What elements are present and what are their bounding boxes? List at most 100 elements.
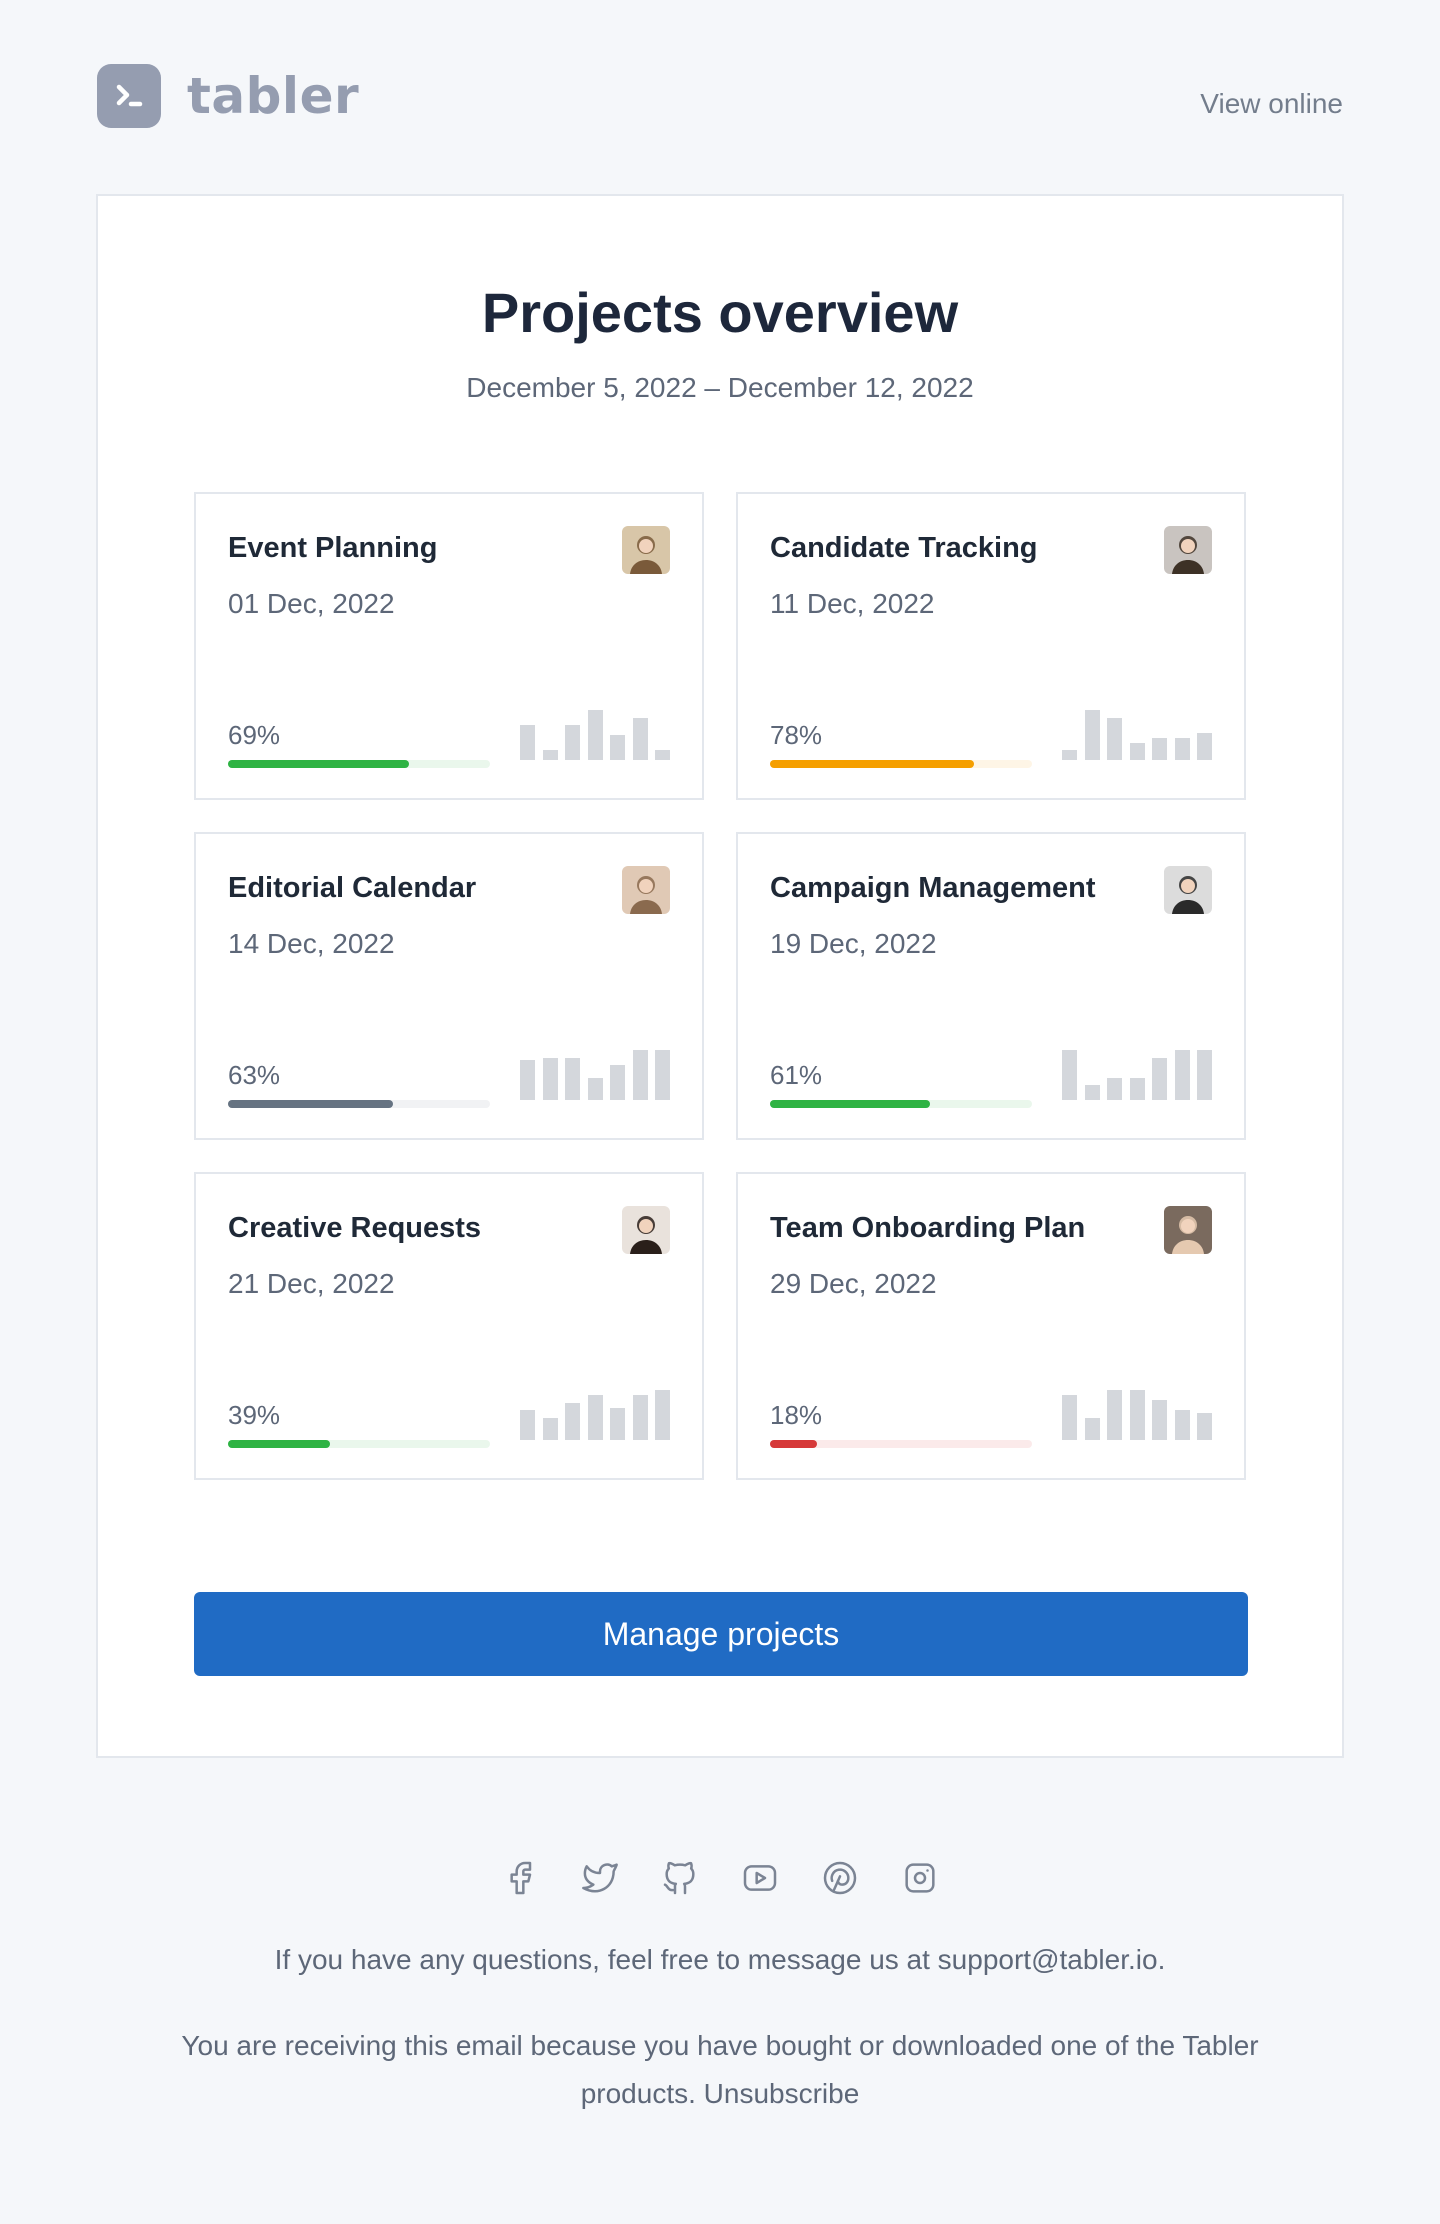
progress-bar: [228, 1440, 490, 1448]
projects-card: Projects overview December 5, 2022 – Dec…: [96, 194, 1344, 1758]
sparkline-chart: [1062, 710, 1212, 760]
sparkline-bar: [520, 1410, 535, 1440]
project-card[interactable]: Event Planning 01 Dec, 2022 69%: [194, 492, 704, 800]
sparkline-bar: [1107, 1077, 1122, 1100]
sparkline-bar: [1197, 1050, 1212, 1100]
sparkline-bar: [1152, 737, 1167, 760]
sparkline-bar: [655, 1050, 670, 1100]
sparkline-bar: [632, 1395, 648, 1440]
terminal-icon: [97, 64, 161, 128]
sparkline-chart: [520, 1390, 670, 1440]
progress-bar: [228, 1100, 490, 1108]
sparkline-bar: [520, 725, 535, 760]
avatar: [622, 526, 670, 574]
project-card[interactable]: Candidate Tracking 11 Dec, 2022 78%: [736, 492, 1246, 800]
sparkline-bar: [1174, 1410, 1190, 1440]
sparkline-bar: [565, 1057, 580, 1100]
brand-name: tabler: [187, 67, 360, 125]
progress-fill: [228, 1100, 394, 1108]
sparkline-chart: [520, 710, 670, 760]
progress-fill: [770, 1100, 930, 1108]
avatar: [1164, 526, 1212, 574]
sparkline-bar: [1174, 737, 1190, 760]
sparkline-bar: [1174, 1050, 1190, 1100]
progress-percent: 39%: [228, 1400, 281, 1430]
sparkline-bar: [1107, 717, 1122, 760]
project-name: Campaign Management: [770, 872, 1096, 904]
progress-percent: 78%: [770, 720, 823, 750]
sparkline-bar: [632, 1050, 648, 1100]
sparkline-chart: [1062, 1050, 1212, 1100]
progress-percent: 69%: [228, 720, 281, 750]
tabler-logo[interactable]: tabler: [97, 64, 359, 128]
avatar: [622, 866, 670, 914]
sparkline-bar: [1107, 1390, 1122, 1440]
sparkline-bar: [587, 1395, 603, 1440]
progress-bar: [228, 760, 490, 768]
project-card[interactable]: Team Onboarding Plan 29 Dec, 2022 18%: [736, 1172, 1246, 1480]
sparkline-bar: [1197, 732, 1212, 760]
progress-fill: [228, 760, 409, 768]
sparkline-bar: [520, 1060, 535, 1100]
sparkline-bar: [1084, 1417, 1100, 1440]
sparkline-bar: [542, 750, 558, 760]
instagram-icon[interactable]: [900, 1858, 940, 1898]
project-name: Team Onboarding Plan: [770, 1212, 1086, 1244]
progress-bar: [770, 760, 1032, 768]
sparkline-bar: [565, 725, 580, 760]
view-online-link[interactable]: View online: [1200, 88, 1343, 120]
sparkline-bar: [1084, 710, 1100, 760]
sparkline-bar: [587, 710, 603, 760]
sparkline-chart: [1062, 1390, 1212, 1440]
progress-fill: [228, 1440, 331, 1448]
project-date: 29 Dec, 2022: [770, 1268, 937, 1299]
date-range: December 5, 2022 – December 12, 2022: [466, 372, 974, 403]
project-name: Creative Requests: [228, 1212, 482, 1244]
footer-question: If you have any questions, feel free to …: [274, 1944, 1166, 1975]
sparkline-bar: [542, 1417, 558, 1440]
sparkline-bar: [1152, 1057, 1167, 1100]
sparkline-bar: [1084, 1085, 1100, 1100]
footer-notice: You are receiving this email because you…: [130, 2022, 1310, 2118]
sparkline-bar: [1062, 750, 1077, 760]
sparkline-bar: [1062, 1395, 1077, 1440]
sparkline-bar: [610, 1407, 625, 1440]
project-name: Event Planning: [228, 532, 438, 564]
pinterest-icon[interactable]: [820, 1858, 860, 1898]
sparkline-bar: [1129, 1077, 1145, 1100]
progress-percent: 18%: [770, 1400, 823, 1430]
project-card[interactable]: Editorial Calendar 14 Dec, 2022 63%: [194, 832, 704, 1140]
sparkline-bar: [610, 735, 625, 760]
avatar: [622, 1206, 670, 1254]
avatar: [1164, 1206, 1212, 1254]
twitter-icon[interactable]: [580, 1858, 620, 1898]
sparkline-bar: [587, 1077, 603, 1100]
sparkline-bar: [565, 1402, 580, 1440]
sparkline-bar: [655, 750, 670, 760]
manage-projects-button[interactable]: Manage projects: [194, 1592, 1248, 1676]
project-date: 01 Dec, 2022: [228, 588, 395, 619]
social-links: [0, 1858, 1440, 1898]
github-icon[interactable]: [660, 1858, 700, 1898]
sparkline-bar: [1197, 1412, 1212, 1440]
email-header: tabler View online: [97, 64, 1343, 134]
progress-percent: 61%: [770, 1060, 823, 1090]
youtube-icon[interactable]: [740, 1858, 780, 1898]
project-date: 19 Dec, 2022: [770, 928, 937, 959]
page-title: Projects overview: [481, 281, 959, 344]
sparkline-bar: [610, 1065, 625, 1100]
sparkline-bar: [655, 1390, 670, 1440]
project-card[interactable]: Creative Requests 21 Dec, 2022 39%: [194, 1172, 704, 1480]
progress-fill: [770, 1440, 818, 1448]
facebook-icon[interactable]: [500, 1858, 540, 1898]
project-name: Candidate Tracking: [770, 532, 1038, 564]
project-date: 11 Dec, 2022: [770, 588, 935, 619]
sparkline-bar: [1062, 1050, 1077, 1100]
sparkline-bar: [1152, 1400, 1167, 1440]
project-date: 21 Dec, 2022: [228, 1268, 395, 1299]
unsubscribe-link[interactable]: Unsubscribe: [704, 2078, 860, 2109]
progress-bar: [770, 1440, 1032, 1448]
progress-percent: 63%: [228, 1060, 281, 1090]
progress-fill: [770, 760, 975, 768]
project-card[interactable]: Campaign Management 19 Dec, 2022 61%: [736, 832, 1246, 1140]
